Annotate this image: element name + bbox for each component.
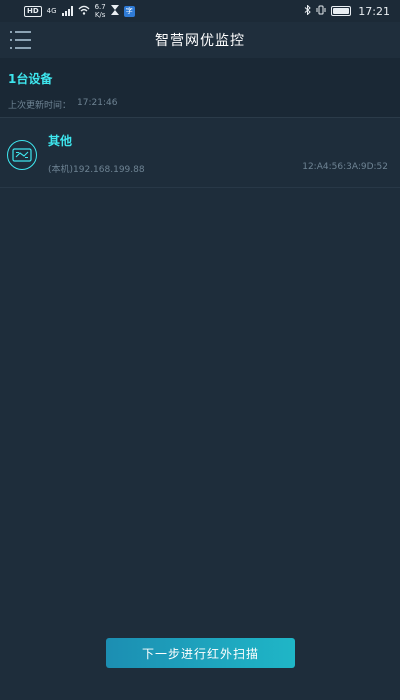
status-time: 17:21 — [358, 4, 390, 18]
speed-value: 6.7 — [94, 3, 106, 11]
last-update-time: 17:21:46 — [77, 98, 118, 108]
device-summary: 1台设备 上次更新时间： 17:21:46 — [0, 58, 400, 118]
app-header: 智营网优监控 — [0, 22, 400, 58]
status-bar-right: 17:21 — [304, 3, 390, 18]
hourglass-icon — [110, 4, 119, 18]
device-ip: (本机)192.168.199.88 — [48, 165, 145, 175]
menu-icon — [10, 31, 34, 33]
bluetooth-icon — [304, 3, 312, 18]
device-count: 1台设备 — [8, 72, 53, 86]
device-list-item[interactable]: 其他 (本机)192.168.199.88 12:A4:56:3A:9D:52 — [0, 118, 400, 188]
wifi-icon — [78, 5, 90, 18]
app-notification-icon: 字 — [123, 5, 135, 17]
last-update-label: 上次更新时间： — [8, 101, 72, 111]
network-type: 4G — [46, 7, 57, 15]
network-speed: 6.7 K/s — [95, 3, 106, 19]
page-title: 智营网优监控 — [155, 33, 245, 49]
hd-badge: HD — [24, 5, 42, 17]
network-device-icon — [7, 140, 37, 170]
battery-icon — [331, 6, 352, 16]
device-name: 其他 — [48, 134, 73, 148]
status-bar-left: HD 4G 6.7 K/s 字 — [24, 3, 135, 19]
status-bar: HD 4G 6.7 K/s 字 17:21 — [0, 0, 400, 22]
menu-button[interactable] — [10, 31, 34, 49]
device-mac: 12:A4:56:3A:9D:52 — [302, 162, 388, 172]
speed-unit: K/s — [94, 11, 106, 19]
vibrate-icon — [316, 5, 326, 18]
signal-icon — [61, 6, 73, 16]
last-update: 上次更新时间： 17:21:46 — [8, 98, 392, 111]
next-infrared-scan-button[interactable]: 下一步进行红外扫描 — [106, 638, 295, 668]
